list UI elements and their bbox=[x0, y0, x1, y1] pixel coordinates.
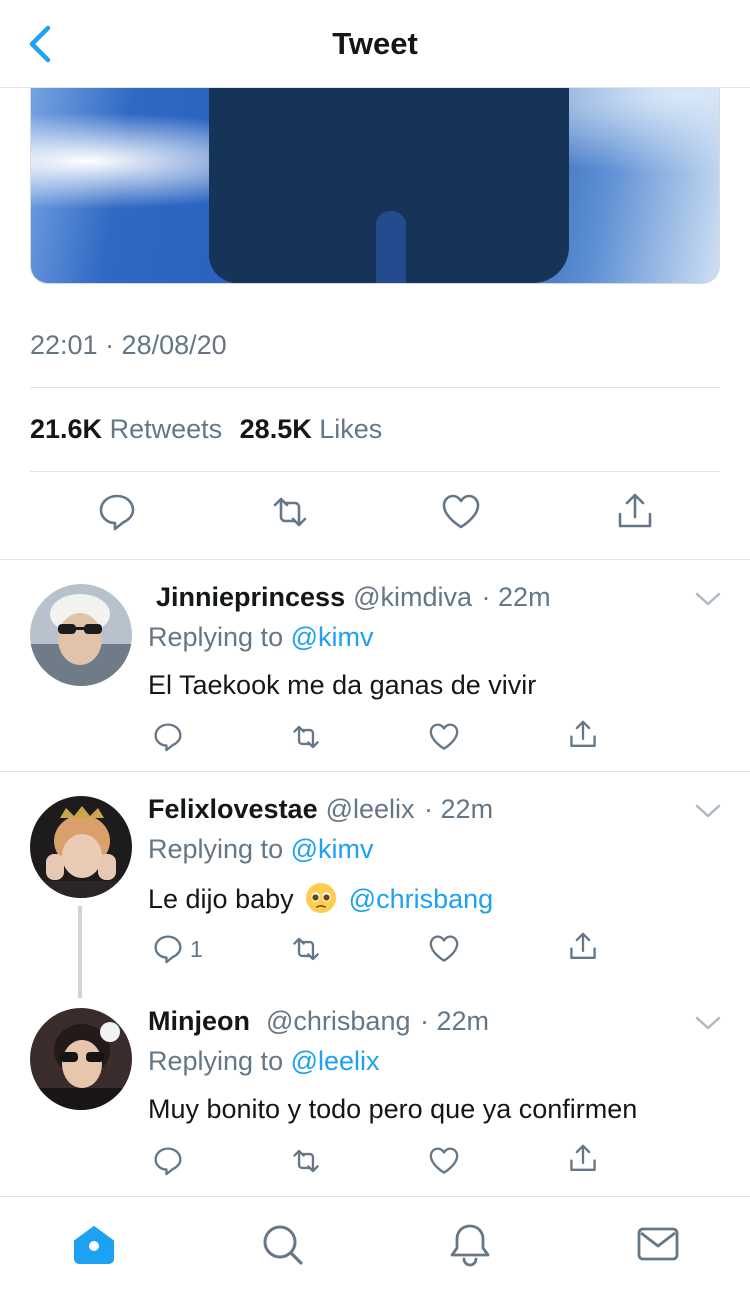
notifications-icon[interactable] bbox=[447, 1221, 493, 1267]
retweets-label[interactable]: Retweets bbox=[110, 414, 223, 444]
share-icon[interactable] bbox=[566, 1142, 600, 1176]
top-bar: Tweet bbox=[0, 0, 750, 88]
like-icon[interactable] bbox=[427, 932, 461, 966]
retweet-icon[interactable] bbox=[289, 720, 323, 754]
replying-to-mention[interactable]: @kimv bbox=[291, 834, 374, 864]
reply-author[interactable]: Minjeon @chrisbang · 22m bbox=[148, 1006, 489, 1037]
reply-icon[interactable] bbox=[151, 932, 185, 966]
like-icon[interactable] bbox=[439, 490, 483, 534]
reply-count: 1 bbox=[190, 936, 203, 962]
replying-prefix: Replying to bbox=[148, 834, 284, 864]
share-icon[interactable] bbox=[566, 930, 600, 964]
reply-author[interactable]: Jinnieprincess @kimdiva · 22m bbox=[156, 582, 551, 613]
thread-connector bbox=[78, 906, 82, 998]
reply-icon[interactable] bbox=[151, 1144, 185, 1178]
messages-icon[interactable] bbox=[635, 1221, 681, 1267]
retweet-icon[interactable] bbox=[289, 932, 323, 966]
like-icon[interactable] bbox=[427, 1144, 461, 1178]
replying-prefix: Replying to bbox=[148, 622, 284, 652]
search-icon[interactable] bbox=[259, 1221, 305, 1267]
user-handle[interactable]: @chrisbang bbox=[266, 1006, 410, 1036]
chevron-down-icon[interactable] bbox=[694, 590, 722, 608]
replying-to-mention[interactable]: @leelix bbox=[291, 1046, 380, 1076]
likes-label[interactable]: Likes bbox=[319, 414, 382, 444]
retweet-icon[interactable] bbox=[289, 1144, 323, 1178]
section-divider bbox=[0, 559, 750, 560]
chevron-down-icon[interactable] bbox=[694, 802, 722, 820]
display-name[interactable]: Felixlovestae bbox=[148, 794, 318, 824]
share-icon[interactable] bbox=[613, 490, 657, 534]
pleading-face-emoji bbox=[306, 883, 337, 913]
display-name[interactable]: Jinnieprincess bbox=[156, 582, 345, 612]
replying-to-line: Replying to @kimv bbox=[148, 834, 374, 865]
chevron-down-icon[interactable] bbox=[694, 1014, 722, 1032]
retweets-count[interactable]: 21.6K bbox=[30, 414, 102, 444]
like-icon[interactable] bbox=[427, 720, 461, 754]
user-handle[interactable]: @kimdiva bbox=[353, 582, 472, 612]
avatar[interactable] bbox=[30, 584, 132, 686]
divider bbox=[30, 471, 720, 472]
divider bbox=[30, 387, 720, 388]
reply-mention[interactable]: @chrisbang bbox=[349, 884, 493, 914]
tweet-timestamp: 22:01 · 28/08/20 bbox=[30, 330, 227, 360]
replying-to-line: Replying to @leelix bbox=[148, 1046, 380, 1077]
home-icon[interactable] bbox=[71, 1221, 117, 1267]
reply-author[interactable]: Felixlovestae @leelix · 22m bbox=[148, 794, 493, 825]
reply-icon[interactable] bbox=[95, 490, 139, 534]
image-figure-gap bbox=[376, 211, 406, 283]
reply-time: · 22m bbox=[481, 582, 551, 612]
reply-text-body: Le dijo baby bbox=[148, 884, 294, 914]
reply-text: Muy bonito y todo pero que ya confirmen bbox=[148, 1094, 638, 1124]
replying-to-mention[interactable]: @kimv bbox=[291, 622, 374, 652]
user-handle[interactable]: @leelix bbox=[326, 794, 415, 824]
share-icon[interactable] bbox=[566, 718, 600, 752]
tweet-stats: 21.6K Retweets 28.5K Likes bbox=[30, 414, 392, 445]
page-title: Tweet bbox=[332, 26, 418, 61]
reply-text: El Taekook me da ganas de vivir bbox=[148, 670, 537, 700]
reply-time: · 22m bbox=[420, 1006, 490, 1036]
bottom-tab-bar bbox=[0, 1196, 750, 1294]
reply-text: Le dijo baby @chrisbang bbox=[148, 882, 493, 915]
reply-icon[interactable] bbox=[151, 720, 185, 754]
avatar[interactable] bbox=[30, 1008, 132, 1110]
likes-count[interactable]: 28.5K bbox=[240, 414, 312, 444]
retweet-icon[interactable] bbox=[268, 490, 312, 534]
display-name[interactable]: Minjeon bbox=[148, 1006, 250, 1036]
replying-prefix: Replying to bbox=[148, 1046, 284, 1076]
replying-to-line: Replying to @kimv bbox=[148, 622, 374, 653]
section-divider bbox=[0, 771, 750, 772]
tweet-media-image[interactable] bbox=[30, 60, 720, 284]
tweet-actions bbox=[0, 490, 750, 544]
reply-time: · 22m bbox=[424, 794, 494, 824]
avatar[interactable] bbox=[30, 796, 132, 898]
